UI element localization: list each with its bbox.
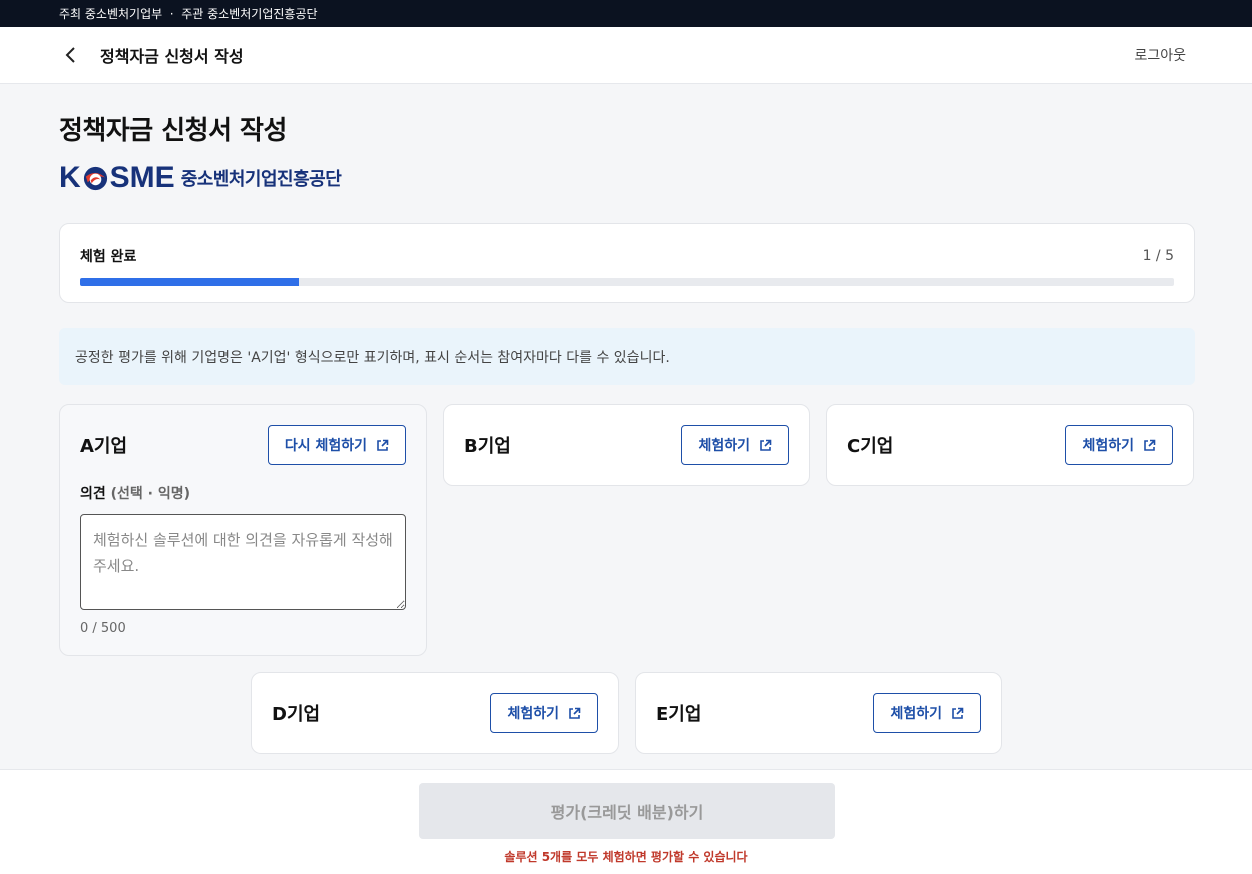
- external-link-icon: [376, 439, 389, 452]
- action-footer: 평가(크레딧 배분)하기 솔루션 5개를 모두 체험하면 평가할 수 있습니다: [0, 769, 1252, 874]
- logo-emblem-icon: [83, 166, 107, 190]
- company-card-d: D기업 체험하기: [251, 672, 619, 754]
- company-card-c: C기업 체험하기: [826, 404, 1194, 486]
- main-content: 정책자금 신청서 작성 K SME 중소벤처기업진흥공단 체험 완료 1 / 5…: [59, 84, 1195, 385]
- external-link-icon: [759, 439, 772, 452]
- retry-experience-button[interactable]: 다시 체험하기: [267, 425, 406, 465]
- progress-label: 체험 완료: [80, 249, 137, 265]
- logo-mark: K SME: [59, 161, 175, 195]
- button-label: 체험하기: [1082, 438, 1134, 454]
- company-card-a: A기업 다시 체험하기 의견 (선택 · 익명) 0 / 500: [59, 404, 427, 656]
- progress-card: 체험 완료 1 / 5: [59, 223, 1195, 303]
- header-title: 정책자금 신청서 작성: [100, 47, 244, 66]
- character-count: 0 / 500: [80, 621, 126, 636]
- opinion-label-main: 의견: [80, 486, 106, 502]
- opinion-textarea[interactable]: [80, 514, 406, 610]
- button-label: 체험하기: [890, 706, 942, 722]
- external-link-icon: [951, 707, 964, 720]
- experience-button[interactable]: 체험하기: [1065, 425, 1173, 465]
- logo-mark-left: K: [59, 161, 81, 194]
- company-card-e: E기업 체험하기: [635, 672, 1002, 754]
- company-name: B기업: [464, 436, 511, 457]
- experience-button[interactable]: 체험하기: [490, 693, 598, 733]
- notice-text: 공정한 평가를 위해 기업명은 'A기업' 형식으로만 표기하며, 표시 순서는…: [75, 349, 670, 366]
- logout-link[interactable]: 로그아웃: [1134, 45, 1186, 65]
- organizer-bar: 주최 중소벤처기업부 · 주관 중소벤처기업진흥공단: [0, 0, 1252, 27]
- experience-button[interactable]: 체험하기: [681, 425, 789, 465]
- experience-button[interactable]: 체험하기: [873, 693, 981, 733]
- logo-subtitle: 중소벤처기업진흥공단: [180, 169, 342, 190]
- app-header: 정책자금 신청서 작성 로그아웃: [0, 27, 1252, 84]
- button-label: 체험하기: [698, 438, 750, 454]
- opinion-label: 의견 (선택 · 익명): [80, 483, 406, 503]
- external-link-icon: [1143, 439, 1156, 452]
- button-label: 다시 체험하기: [284, 438, 367, 454]
- opinion-label-sub: (선택 · 익명): [110, 486, 191, 502]
- company-name: E기업: [656, 704, 702, 725]
- notice-banner: 공정한 평가를 위해 기업명은 'A기업' 형식으로만 표기하며, 표시 순서는…: [59, 328, 1195, 385]
- page-title: 정책자금 신청서 작성: [59, 116, 287, 146]
- progress-bar: [80, 278, 1174, 286]
- progress-count: 1 / 5: [1142, 248, 1174, 264]
- company-card-b: B기업 체험하기: [443, 404, 810, 486]
- chevron-left-icon: [65, 47, 75, 63]
- requirement-warning: 솔루션 5개를 모두 체험하면 평가할 수 있습니다: [504, 850, 748, 864]
- organizer-text: 주최 중소벤처기업부 · 주관 중소벤처기업진흥공단: [59, 7, 318, 21]
- company-name: D기업: [272, 704, 321, 725]
- kosme-logo: K SME 중소벤처기업진흥공단: [59, 161, 1195, 195]
- progress-bar-fill: [80, 278, 299, 286]
- external-link-icon: [568, 707, 581, 720]
- logo-mark-right: SME: [109, 161, 175, 194]
- company-name: C기업: [847, 436, 894, 457]
- button-label: 체험하기: [507, 706, 559, 722]
- submit-evaluation-button[interactable]: 평가(크레딧 배분)하기: [419, 783, 835, 839]
- company-name: A기업: [80, 436, 128, 457]
- back-button[interactable]: [60, 44, 82, 66]
